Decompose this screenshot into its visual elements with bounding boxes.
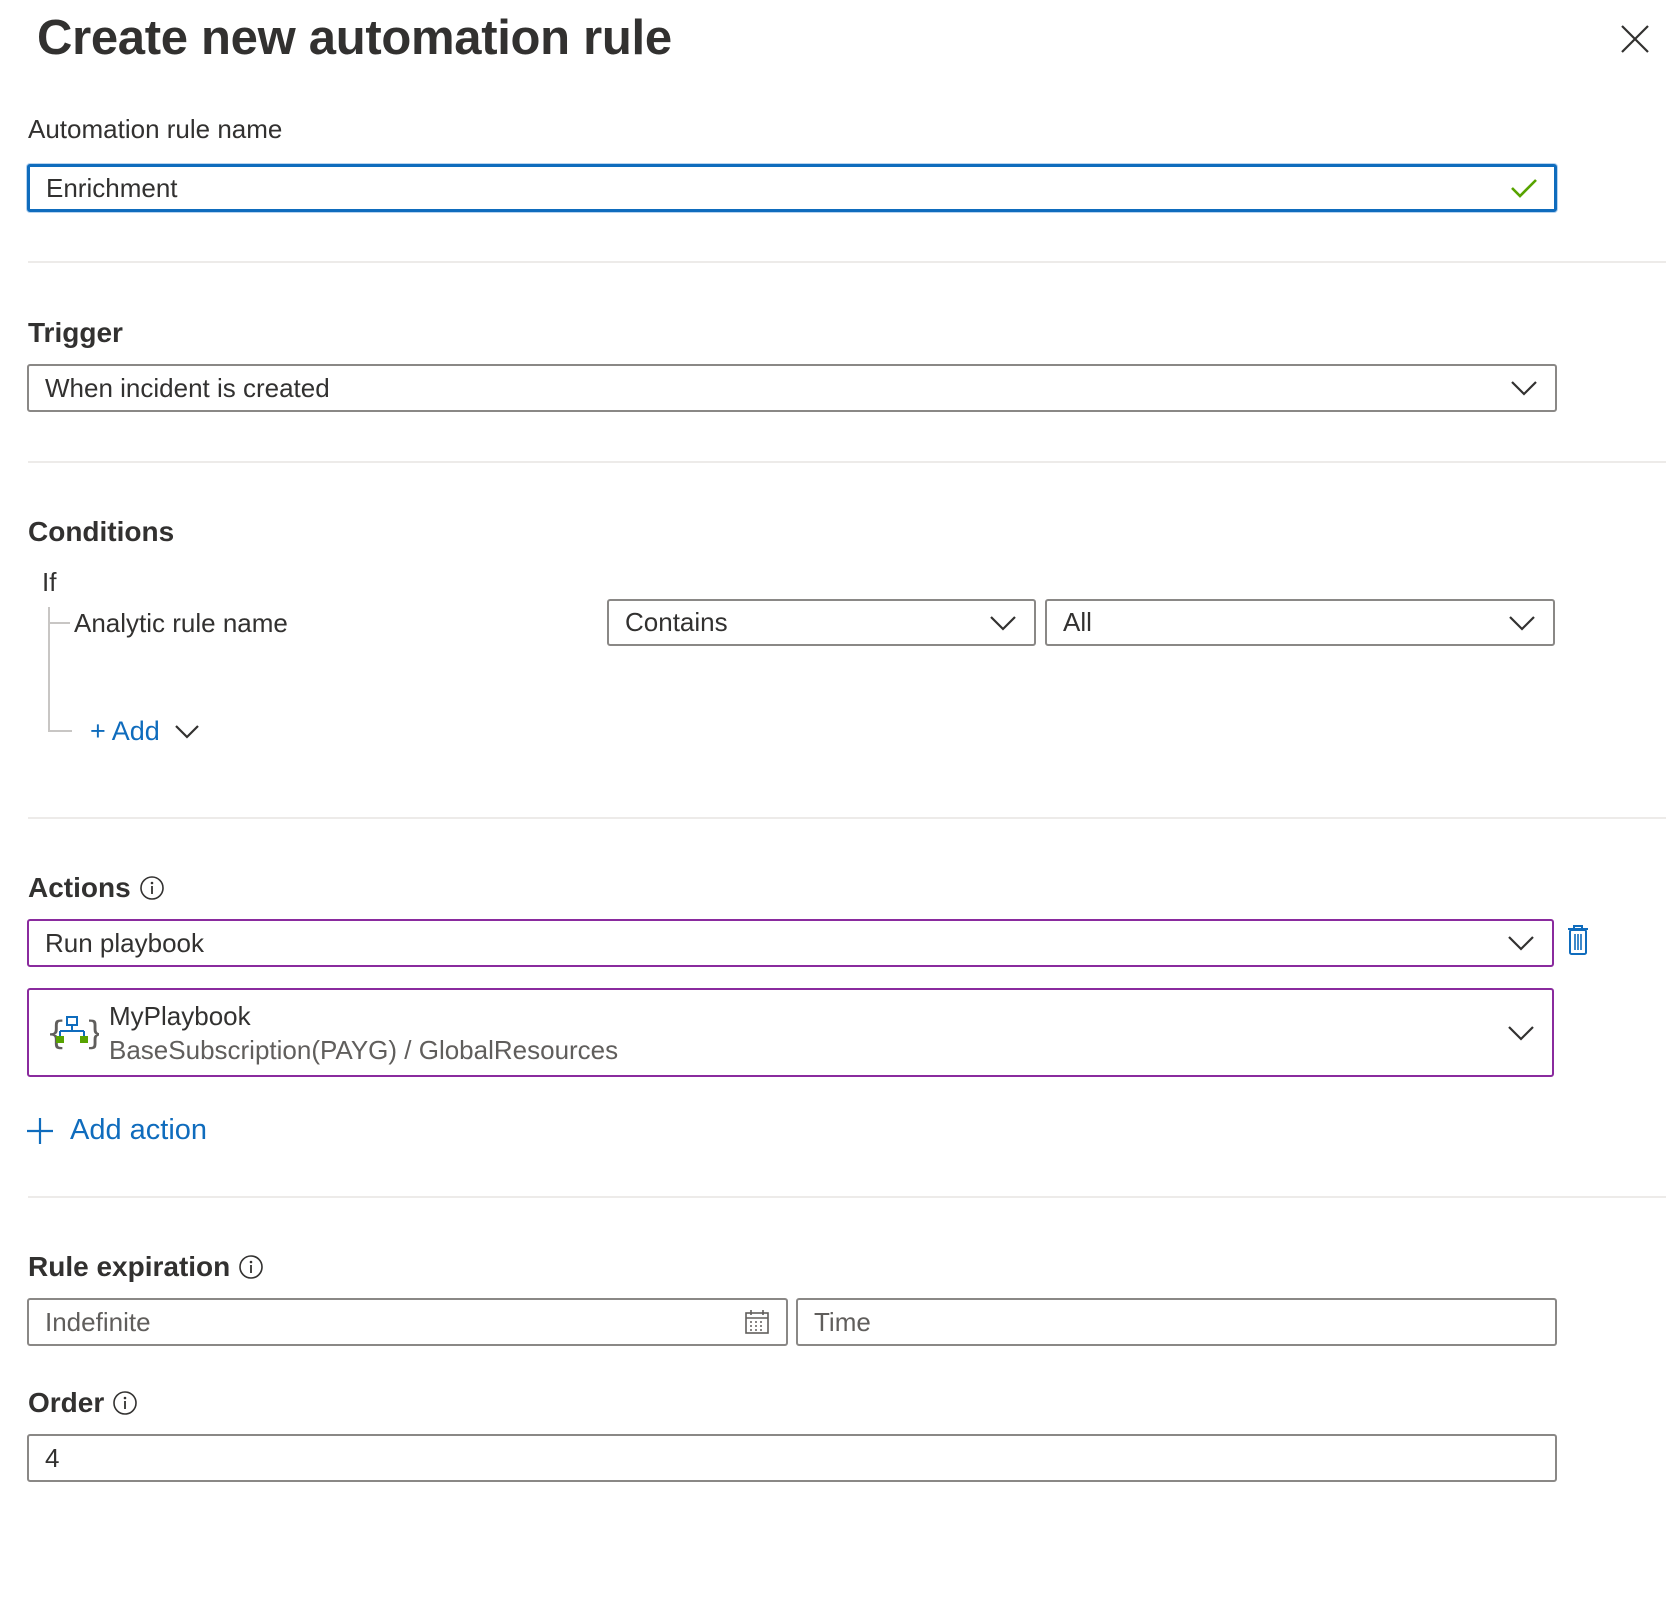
chevron-down-icon — [990, 615, 1016, 631]
plus-icon — [27, 1117, 53, 1144]
order-heading: Order — [28, 1386, 138, 1420]
order-value: 4 — [45, 1442, 60, 1473]
order-heading-text: Order — [28, 1387, 105, 1418]
delete-icon[interactable] — [1566, 924, 1590, 956]
condition-tree-line — [48, 607, 50, 731]
conditions-heading: Conditions — [28, 515, 174, 549]
condition-property: Analytic rule name — [74, 608, 288, 638]
condition-value-dropdown[interactable]: All — [1045, 599, 1555, 646]
trigger-selected: When incident is created — [45, 372, 330, 403]
playbook-icon: { } — [46, 1014, 99, 1052]
rule-expiration-heading-text: Rule expiration — [28, 1251, 231, 1282]
svg-text:}: } — [85, 1014, 99, 1052]
chevron-down-icon — [1508, 936, 1534, 951]
conditions-heading-text: Conditions — [28, 516, 175, 547]
rule-name-label: Automation rule name — [28, 114, 283, 144]
add-condition-button[interactable]: + Add — [90, 716, 200, 747]
info-icon[interactable] — [112, 1390, 138, 1416]
playbook-name: MyPlaybook — [109, 1000, 251, 1031]
add-condition-label: + Add — [90, 716, 160, 746]
expiration-time-placeholder: Time — [814, 1306, 871, 1337]
divider — [28, 461, 1666, 463]
actions-heading: Actions — [28, 871, 165, 905]
chevron-down-icon — [175, 724, 199, 739]
chevron-down-icon — [1511, 381, 1537, 396]
playbook-subtitle: BaseSubscription(PAYG) / GlobalResources — [109, 1034, 619, 1065]
action-type-value: Run playbook — [45, 927, 204, 958]
expiration-date-input[interactable]: Indefinite — [27, 1298, 788, 1346]
calendar-icon[interactable] — [744, 1309, 770, 1335]
playbook-dropdown[interactable]: { } MyPlaybook BaseSubscription(PAYG) / … — [27, 988, 1554, 1077]
checkmark-icon — [1511, 179, 1537, 198]
trigger-heading-text: Trigger — [28, 317, 123, 348]
add-action-button[interactable]: Add action — [26, 1114, 207, 1147]
chevron-down-icon — [1509, 615, 1535, 631]
info-icon[interactable] — [139, 875, 165, 901]
expiration-time-input[interactable]: Time — [796, 1298, 1557, 1346]
rule-expiration-heading: Rule expiration — [28, 1250, 264, 1284]
condition-operator-value: Contains — [625, 607, 728, 637]
close-icon — [1621, 25, 1649, 53]
info-icon[interactable] — [238, 1254, 264, 1280]
if-label: If — [42, 567, 57, 597]
condition-value: All — [1063, 607, 1092, 637]
trigger-dropdown[interactable]: When incident is created — [27, 364, 1557, 412]
close-button[interactable] — [1618, 22, 1652, 56]
svg-text:{: { — [46, 1014, 66, 1052]
rule-name-value: Enrichment — [46, 172, 178, 203]
rule-name-input[interactable]: Enrichment — [27, 164, 1557, 212]
order-input[interactable]: 4 — [27, 1434, 1557, 1482]
action-type-dropdown[interactable]: Run playbook — [27, 919, 1554, 967]
divider — [28, 1196, 1666, 1198]
condition-operator-dropdown[interactable]: Contains — [607, 599, 1036, 646]
add-action-label: Add action — [70, 1114, 208, 1146]
condition-tree-branch — [48, 730, 72, 732]
expiration-date-placeholder: Indefinite — [45, 1306, 151, 1337]
page-title: Create new automation rule — [37, 11, 672, 65]
actions-heading-text: Actions — [28, 872, 131, 903]
chevron-down-icon — [1508, 1025, 1534, 1041]
playbook-details: MyPlaybook BaseSubscription(PAYG) / Glob… — [109, 999, 1506, 1067]
divider — [28, 261, 1666, 263]
divider — [28, 817, 1666, 819]
trigger-heading: Trigger — [28, 316, 123, 350]
condition-tree-branch — [48, 622, 70, 624]
